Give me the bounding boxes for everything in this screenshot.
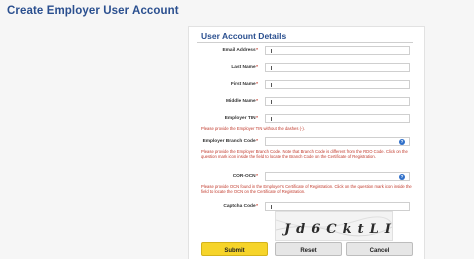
email-input[interactable] — [266, 55, 409, 63]
text-cursor — [271, 205, 272, 209]
text-cursor — [271, 100, 272, 104]
last-name-field[interactable] — [265, 63, 410, 80]
submit-button[interactable]: Submit — [201, 242, 268, 256]
text-cursor — [271, 49, 272, 53]
question-mark-icon[interactable]: ? — [399, 139, 405, 145]
ocn-hint: Please provide OCN found in the Employer… — [201, 184, 412, 195]
branch-code-hint: Please provide the Employer Branch Code.… — [201, 149, 408, 160]
employer-tin-field[interactable] — [265, 114, 410, 131]
reset-button[interactable]: Reset — [275, 242, 342, 256]
employer-tin-label: Employer TIN* — [224, 116, 258, 121]
first-name-field[interactable] — [265, 80, 410, 97]
section-divider — [197, 42, 413, 43]
first-name-input[interactable] — [266, 89, 409, 97]
branch-code-field[interactable]: ? — [265, 137, 410, 154]
section-title: User Account Details — [201, 31, 287, 41]
text-cursor — [271, 117, 272, 121]
middle-name-input[interactable] — [266, 106, 409, 114]
page-title: Create Employer User Account — [7, 5, 179, 17]
cor-ocn-field[interactable]: ? — [265, 172, 410, 189]
text-cursor — [271, 83, 272, 87]
cor-ocn-label: COR-OCN* — [232, 174, 258, 179]
last-name-input[interactable] — [266, 72, 409, 80]
text-cursor — [271, 66, 272, 70]
captcha-image: Jd6CktLI — [275, 211, 393, 241]
question-mark-icon[interactable]: ? — [399, 174, 405, 180]
tin-hint: Please provide the Employer TIN without … — [201, 126, 305, 131]
last-name-label: Last Name* — [231, 65, 258, 70]
email-field[interactable] — [265, 46, 410, 63]
email-label: Email Address* — [222, 48, 258, 53]
first-name-label: First Name* — [230, 82, 258, 87]
cancel-button[interactable]: Cancel — [346, 242, 413, 256]
middle-name-field[interactable] — [265, 97, 410, 114]
middle-name-label: Middle Name* — [226, 99, 258, 104]
branch-code-label: Employer Branch Code* — [202, 139, 258, 144]
captcha-text: Jd6CktLI — [281, 222, 393, 237]
captcha-code-label: Captcha Code* — [223, 204, 258, 209]
captcha-code-field[interactable] — [265, 202, 410, 219]
captcha-graphic: Jd6CktLI — [276, 212, 393, 240]
user-account-form: User Account Details Email Address* Last… — [188, 26, 425, 259]
